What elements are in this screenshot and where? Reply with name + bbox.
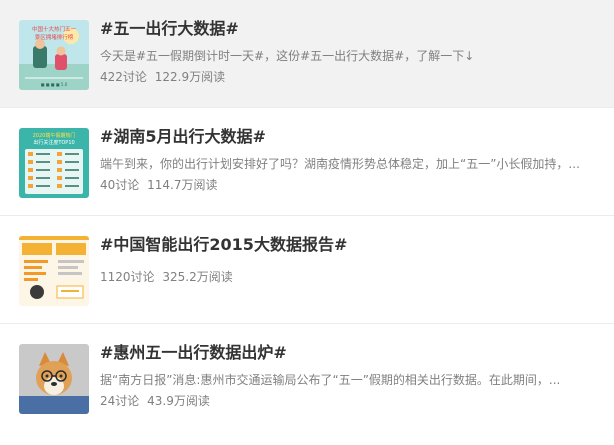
topic-stats: 1120讨论 325.2万阅读 — [100, 269, 604, 285]
topic-stats: 24讨论 43.9万阅读 — [100, 393, 604, 409]
discussion-count: 24讨论 — [100, 394, 140, 408]
read-count: 122.9万阅读 — [154, 70, 226, 84]
topic-title[interactable]: #湖南5月出行大数据# — [100, 126, 604, 148]
topic-stats: 422讨论 122.9万阅读 — [100, 69, 604, 85]
thumb-caption: 出行关注度TOP10 — [33, 139, 74, 146]
topic-description: 端午到来，你的出行计划安排好了吗？湖南疫情形势总体稳定，加上“五一”小长假加持，… — [100, 157, 580, 171]
topic-item[interactable]: #中国智能出行2015大数据报告# 1120讨论 325.2万阅读 — [0, 216, 614, 324]
discussion-count: 422讨论 — [100, 70, 147, 84]
read-count: 43.9万阅读 — [147, 394, 210, 408]
svg-text:■ ■ ■ ■ 5.0: ■ ■ ■ ■ 5.0 — [41, 82, 68, 87]
read-count: 325.2万阅读 — [162, 270, 233, 284]
topic-title[interactable]: #中国智能出行2015大数据报告# — [100, 234, 604, 256]
topic-thumbnail[interactable]: 中国十大热门五一 景区拥堵排行榜 ■ ■ ■ ■ 5.0 — [19, 20, 89, 90]
read-count: 114.7万阅读 — [147, 178, 218, 192]
topic-thumbnail[interactable] — [19, 344, 89, 414]
topic-thumbnail[interactable] — [19, 236, 89, 306]
topic-description: 今天是#五一假期倒计时一天#，这份#五一出行大数据#，了解一下↓ — [100, 49, 475, 63]
discussion-count: 1120讨论 — [100, 270, 155, 284]
topic-stats: 40讨论 114.7万阅读 — [100, 177, 604, 193]
topic-item[interactable]: 2020端午假期热门 出行关注度TOP10 #湖南5月出行大数据# 端午到来，你… — [0, 108, 614, 216]
topic-list: 中国十大热门五一 景区拥堵排行榜 ■ ■ ■ ■ 5.0 #五一出行大数据# 今… — [0, 0, 614, 432]
topic-title[interactable]: #五一出行大数据# — [100, 18, 604, 40]
thumb-caption: 中国十大热门五一 — [32, 25, 77, 33]
topic-description: 据“南方日报”消息:惠州市交通运输局公布了“五一”假期的相关出行数据。在此期间，… — [100, 373, 561, 387]
topic-item[interactable]: #惠州五一出行数据出炉# 据“南方日报”消息:惠州市交通运输局公布了“五一”假期… — [0, 324, 614, 432]
discussion-count: 40讨论 — [100, 178, 140, 192]
topic-title[interactable]: #惠州五一出行数据出炉# — [100, 342, 604, 364]
thumb-caption: 2020端午假期热门 — [33, 132, 76, 139]
topic-item[interactable]: 中国十大热门五一 景区拥堵排行榜 ■ ■ ■ ■ 5.0 #五一出行大数据# 今… — [0, 0, 614, 108]
topic-thumbnail[interactable]: 2020端午假期热门 出行关注度TOP10 — [19, 128, 89, 198]
